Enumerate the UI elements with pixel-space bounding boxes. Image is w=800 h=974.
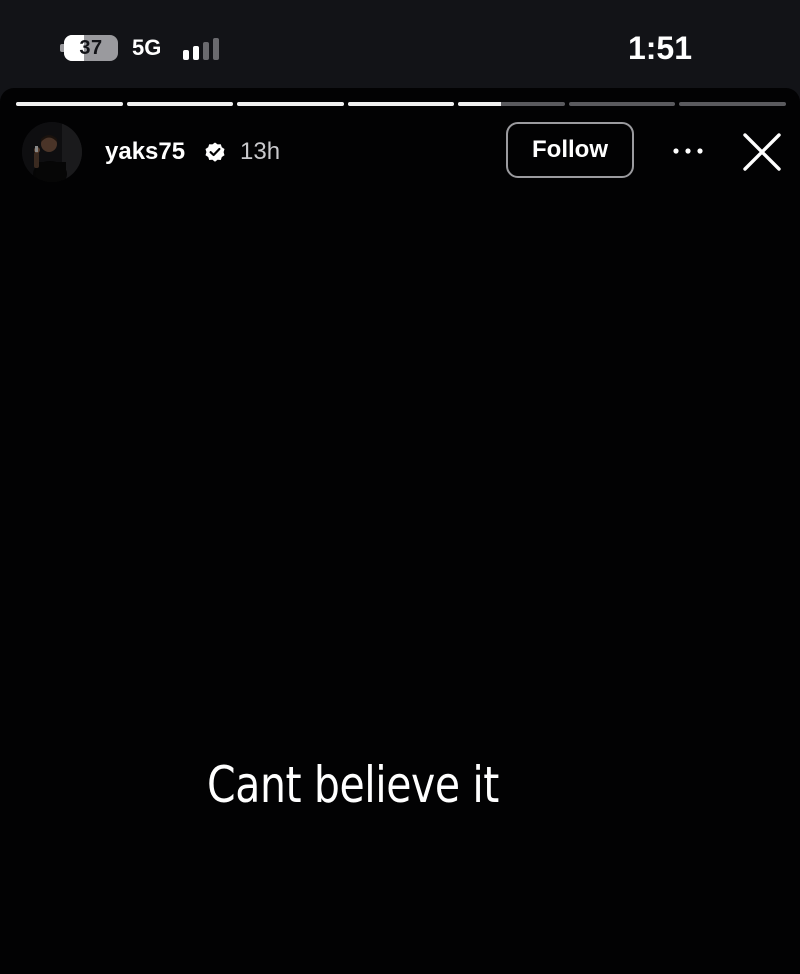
story-progress-fill xyxy=(347,102,455,106)
follow-button[interactable]: Follow xyxy=(506,122,634,178)
battery-indicator: 37 xyxy=(60,35,118,61)
avatar[interactable] xyxy=(22,122,82,182)
story-progress-fill xyxy=(16,102,123,106)
status-time: 1:51 xyxy=(627,30,693,66)
story-progress-segment xyxy=(679,102,787,106)
battery-level: 37 xyxy=(79,37,103,59)
story-header: yaks75 13h Follow xyxy=(0,118,800,186)
story-username[interactable]: yaks75 xyxy=(105,137,185,167)
story-progress-segment xyxy=(458,102,565,106)
story-timestamp: 13h xyxy=(240,138,281,165)
signal-bar xyxy=(183,50,189,60)
story-viewer[interactable]: yaks75 13h Follow Cant believe it xyxy=(0,88,800,974)
verified-badge-icon xyxy=(205,142,225,162)
cellular-signal-icon xyxy=(183,38,225,60)
status-bar: 37 5G 1:51 xyxy=(0,0,800,88)
story-text-caption: Cant believe it xyxy=(207,756,499,814)
story-progress-bar xyxy=(16,102,787,106)
signal-bar xyxy=(193,46,199,60)
story-progress-segment xyxy=(347,102,455,106)
phone-screen: 37 5G 1:51 yaks75 13h Follow Cant believ… xyxy=(0,0,800,974)
story-progress-fill xyxy=(458,102,501,106)
story-progress-fill xyxy=(126,102,234,106)
signal-bar xyxy=(203,42,209,60)
close-icon[interactable] xyxy=(741,131,783,173)
story-progress-segment xyxy=(568,102,676,106)
story-progress-segment xyxy=(126,102,234,106)
story-progress-segment xyxy=(16,102,123,106)
signal-bar xyxy=(213,38,219,60)
story-progress-fill xyxy=(237,102,344,106)
more-options-icon[interactable] xyxy=(668,136,708,166)
network-type: 5G xyxy=(132,35,162,60)
avatar-image xyxy=(22,122,82,182)
story-progress-segment xyxy=(237,102,344,106)
